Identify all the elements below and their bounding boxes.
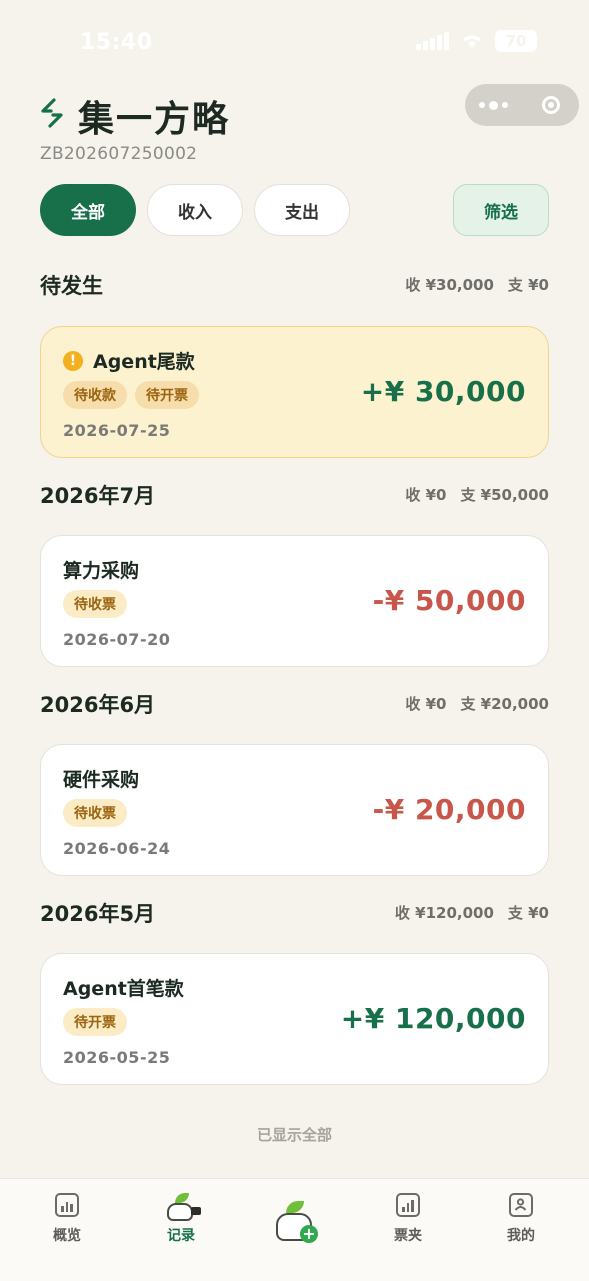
status-bar: 15:40 70	[0, 0, 589, 80]
tab-label: 记录	[167, 1228, 195, 1244]
group-sum-income: 收 ¥0	[405, 695, 447, 713]
page-title: 集一方略	[78, 99, 231, 140]
user-calendar-icon	[509, 1193, 533, 1217]
tab-label: 我的	[507, 1228, 535, 1244]
tab-tickets[interactable]: 票夹	[368, 1193, 448, 1245]
record-date: 2026-06-24	[63, 839, 171, 858]
group-sum-expense: 支 ¥0	[507, 904, 549, 922]
mini-program-capsule	[465, 84, 579, 126]
alert-icon: !	[63, 350, 83, 371]
filter-button[interactable]: 筛选	[453, 184, 549, 236]
tab-mine[interactable]: 我的	[481, 1193, 561, 1245]
status-badge: 待收款	[63, 381, 127, 409]
more-icon[interactable]	[465, 100, 522, 110]
record-amount: +¥ 30,000	[360, 375, 526, 408]
status-badge: 待开票	[63, 1008, 127, 1036]
tab-records[interactable]: 记录	[141, 1193, 221, 1245]
filter-expense-button[interactable]: 支出	[254, 184, 350, 236]
group-summary: 收 ¥30,000 支 ¥0	[405, 274, 549, 295]
group-title: 2026年5月	[40, 902, 156, 926]
record-tags: 待收票	[63, 590, 127, 618]
group-header-pending: 待发生 收 ¥30,000 支 ¥0	[40, 270, 549, 300]
close-icon[interactable]	[522, 96, 579, 114]
record-amount: -¥ 20,000	[372, 793, 526, 826]
signal-icon	[416, 32, 449, 50]
record-title: Agent首笔款	[63, 974, 184, 1001]
group-sum-expense: 支 ¥20,000	[460, 695, 549, 713]
tab-label: 票夹	[394, 1228, 422, 1244]
record-card[interactable]: Agent首笔款 待开票 2026-05-25 +¥ 120,000	[40, 953, 549, 1085]
record-title: 硬件采购	[63, 765, 139, 792]
record-date: 2026-07-25	[63, 421, 171, 440]
record-title: 算力采购	[63, 556, 139, 583]
group-title: 待发生	[40, 274, 103, 298]
record-amount: +¥ 120,000	[340, 1002, 526, 1035]
group-header-2026-05: 2026年5月 收 ¥120,000 支 ¥0	[40, 898, 549, 928]
record-title-text: 硬件采购	[63, 769, 140, 791]
group-header-2026-06: 2026年6月 收 ¥0 支 ¥20,000	[40, 689, 549, 719]
group-summary: 收 ¥0 支 ¥50,000	[405, 484, 549, 505]
status-badge: 待收票	[63, 799, 127, 827]
list-end-text: 已显示全部	[256, 1126, 332, 1144]
group-header-2026-07: 2026年7月 收 ¥0 支 ¥50,000	[40, 480, 549, 510]
record-title-text: 算力采购	[63, 560, 140, 582]
book-id: ZB202607250002	[40, 144, 198, 164]
status-badge: 待收票	[63, 590, 127, 618]
group-summary: 收 ¥120,000 支 ¥0	[395, 902, 549, 923]
mascot-icon	[161, 1193, 201, 1223]
record-card[interactable]: ! Agent尾款 待收款 待开票 2026-07-25 +¥ 30,000	[40, 326, 549, 458]
record-date: 2026-05-25	[63, 1048, 171, 1067]
wifi-icon	[461, 33, 483, 49]
group-sum-expense: 支 ¥0	[507, 276, 549, 294]
filter-all-button[interactable]: 全部	[40, 184, 136, 236]
group-title: 2026年7月	[40, 484, 156, 508]
record-title-text: Agent尾款	[93, 351, 195, 373]
record-tags: 待开票	[63, 1008, 127, 1036]
group-summary: 收 ¥0 支 ¥20,000	[405, 693, 549, 714]
record-card[interactable]: 算力采购 待收票 2026-07-20 -¥ 50,000	[40, 535, 549, 667]
plus-icon: +	[300, 1225, 318, 1243]
group-sum-expense: 支 ¥50,000	[460, 486, 549, 504]
record-tags: 待收票	[63, 799, 127, 827]
record-title-text: Agent首笔款	[63, 978, 184, 1000]
chart-icon	[55, 1193, 79, 1217]
tab-overview[interactable]: 概览	[27, 1193, 107, 1245]
group-sum-income: 收 ¥30,000	[405, 276, 494, 294]
header: 集一方略	[40, 84, 579, 140]
group-title: 2026年6月	[40, 693, 156, 717]
battery-icon: 70	[495, 30, 537, 52]
record-date: 2026-07-20	[63, 630, 171, 649]
group-sum-income: 收 ¥120,000	[394, 904, 494, 922]
tab-bar: 概览 记录 + 票夹 我的	[0, 1178, 589, 1281]
record-amount: -¥ 50,000	[372, 584, 526, 617]
record-card[interactable]: 硬件采购 待收票 2026-06-24 -¥ 20,000	[40, 744, 549, 876]
record-tags: 待收款 待开票	[63, 381, 199, 409]
record-title: ! Agent尾款	[63, 347, 195, 374]
filter-chips: 全部 收入 支出 筛选	[40, 184, 549, 238]
group-sum-income: 收 ¥0	[405, 486, 447, 504]
tab-label: 概览	[53, 1228, 81, 1244]
filter-income-button[interactable]: 收入	[147, 184, 243, 236]
bar-chart-icon	[396, 1193, 420, 1217]
status-time: 15:40	[80, 30, 153, 55]
add-record-button[interactable]: +	[272, 1199, 318, 1245]
status-badge: 待开票	[135, 381, 199, 409]
status-icons: 70	[416, 30, 537, 52]
logo-icon	[40, 98, 64, 128]
